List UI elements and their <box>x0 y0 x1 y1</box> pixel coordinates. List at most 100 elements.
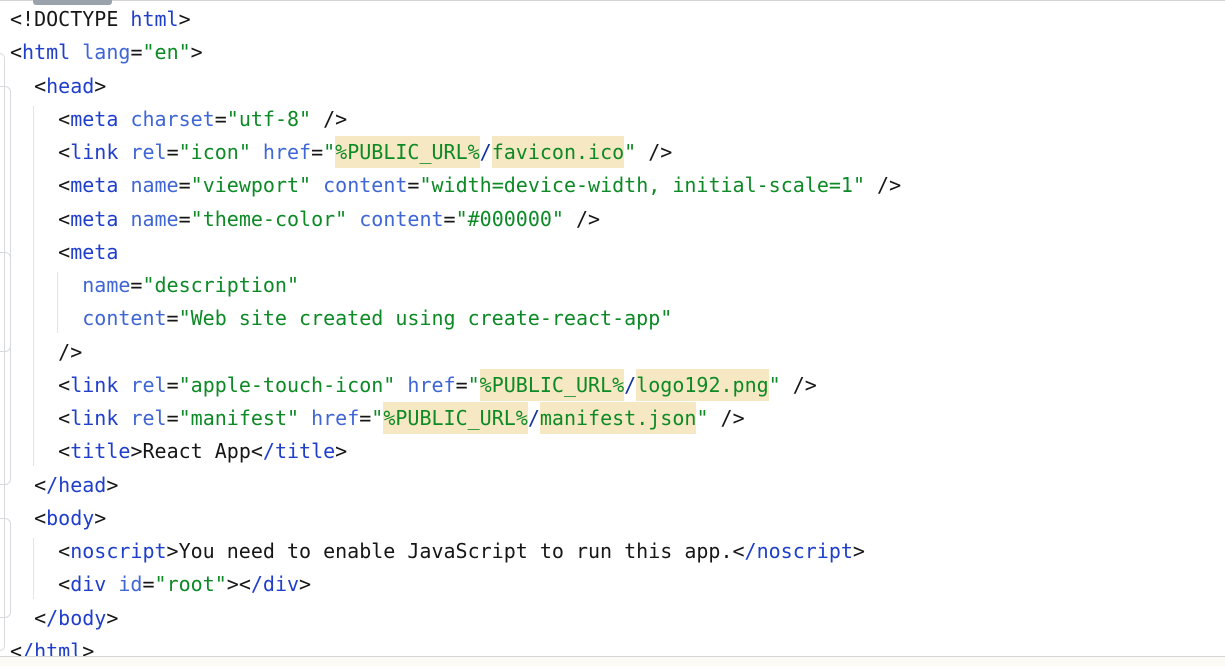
tag-name: link <box>70 140 118 164</box>
tag-name: /noscript <box>745 539 853 563</box>
attribute-name: id <box>118 572 142 596</box>
code-line[interactable]: <title>React App</title> <box>10 435 901 468</box>
code-line[interactable]: <html lang="en"> <box>10 36 901 69</box>
path-separator: / <box>480 140 492 164</box>
fold-region-marker-html[interactable] <box>0 53 5 652</box>
code-text: = <box>407 173 419 197</box>
tag-name: meta <box>70 207 118 231</box>
code-text: = <box>130 40 142 64</box>
code-text <box>10 273 82 297</box>
code-text: > <box>167 539 179 563</box>
code-text: = <box>167 373 179 397</box>
attribute-name: name <box>130 173 178 197</box>
code-text: > <box>106 606 118 630</box>
code-text: /> <box>10 340 82 364</box>
string-value: " <box>323 140 335 164</box>
code-text <box>311 173 323 197</box>
code-line[interactable]: <meta name="viewport" content="width=dev… <box>10 169 901 202</box>
code-text: = <box>179 173 191 197</box>
code-text: = <box>142 572 154 596</box>
code-text <box>118 406 130 430</box>
code-text <box>251 140 263 164</box>
code-line[interactable]: /> <box>10 336 901 369</box>
attribute-name: content <box>359 207 443 231</box>
code-text: < <box>732 539 744 563</box>
code-text: < <box>10 74 46 98</box>
attribute-name: rel <box>130 406 166 430</box>
code-line[interactable]: <meta <box>10 236 901 269</box>
code-text: < <box>10 572 70 596</box>
code-line[interactable]: name="description" <box>10 269 901 302</box>
code-line[interactable]: < noscript>You need to enable JavaScript … <box>10 535 901 568</box>
top-border <box>0 0 1225 1</box>
attribute-name: lang <box>82 40 130 64</box>
tag-name: noscript <box>70 539 166 563</box>
code-line[interactable]: <!DOCTYPE html> <box>10 3 901 36</box>
code-text: /> <box>636 140 672 164</box>
code-line[interactable]: </head> <box>10 469 901 502</box>
code-text: = <box>179 207 191 231</box>
code-text: /> <box>708 406 744 430</box>
code-text: < <box>10 473 46 497</box>
code-text <box>347 207 359 231</box>
tag-name: title <box>70 439 130 463</box>
code-text: = <box>456 373 468 397</box>
code-text <box>118 107 130 131</box>
string-value: "#000000" <box>456 207 564 231</box>
string-value: "utf-8" <box>227 107 311 131</box>
string-value: " <box>696 406 708 430</box>
code-line[interactable]: content="Web site created using create-r… <box>10 302 901 335</box>
attribute-name: rel <box>130 140 166 164</box>
horizontal-scrollbar-thumb[interactable] <box>33 0 112 5</box>
code-text: > <box>94 74 106 98</box>
code-line[interactable]: </body> <box>10 602 901 635</box>
code-line[interactable]: <body> <box>10 502 901 535</box>
string-value: " <box>624 140 636 164</box>
code-text: < <box>251 439 263 463</box>
code-text: = <box>130 273 142 297</box>
attribute-name: href <box>311 406 359 430</box>
string-value: "Web site created using create-react-app… <box>179 306 673 330</box>
attribute-name: name <box>130 207 178 231</box>
code-text: < <box>10 40 22 64</box>
tag-name: link <box>70 373 118 397</box>
string-value: "theme-color" <box>191 207 348 231</box>
attribute-name: href <box>263 140 311 164</box>
attribute-name: name <box>82 273 130 297</box>
code-line[interactable]: <head> <box>10 70 901 103</box>
code-line[interactable]: <div id="root"></div> <box>10 568 901 601</box>
code-text: > <box>106 473 118 497</box>
code-text: You need to enable JavaScript to run thi… <box>179 539 733 563</box>
code-text: = <box>167 306 179 330</box>
code-text: < <box>10 439 70 463</box>
tag-name: meta <box>70 107 118 131</box>
string-value: " <box>371 406 383 430</box>
string-value: "root" <box>155 572 227 596</box>
code-line[interactable]: <link rel="icon" href="%PUBLIC_URL%/favi… <box>10 136 901 169</box>
attribute-name: rel <box>130 373 166 397</box>
code-text: < <box>10 506 46 530</box>
code-text <box>106 572 118 596</box>
code-text: /> <box>781 373 817 397</box>
string-value: "viewport" <box>191 173 311 197</box>
code-text <box>395 373 407 397</box>
code-text: /> <box>311 107 347 131</box>
string-value: "en" <box>142 40 190 64</box>
tag-name: /head <box>46 473 106 497</box>
code-text: > <box>94 506 106 530</box>
code-area[interactable]: <!DOCTYPE html><html lang="en"> <head> <… <box>10 3 901 666</box>
tag-name: /body <box>46 606 106 630</box>
code-text: > <box>299 572 311 596</box>
editor-bottom-edge <box>0 656 1225 666</box>
code-line[interactable]: <meta charset="utf-8" /> <box>10 103 901 136</box>
code-text: > <box>227 572 239 596</box>
code-line[interactable]: <link rel="apple-touch-icon" href="%PUBL… <box>10 369 901 402</box>
code-line[interactable]: <link rel="manifest" href="%PUBLIC_URL%/… <box>10 402 901 435</box>
string-value: "icon" <box>179 140 251 164</box>
tag-name: html <box>130 7 178 31</box>
code-text: = <box>215 107 227 131</box>
code-text <box>118 173 130 197</box>
code-line[interactable]: <meta name="theme-color" content="#00000… <box>10 203 901 236</box>
code-editor[interactable]: <!DOCTYPE html><html lang="en"> <head> <… <box>0 0 1225 666</box>
string-value: "apple-touch-icon" <box>179 373 396 397</box>
